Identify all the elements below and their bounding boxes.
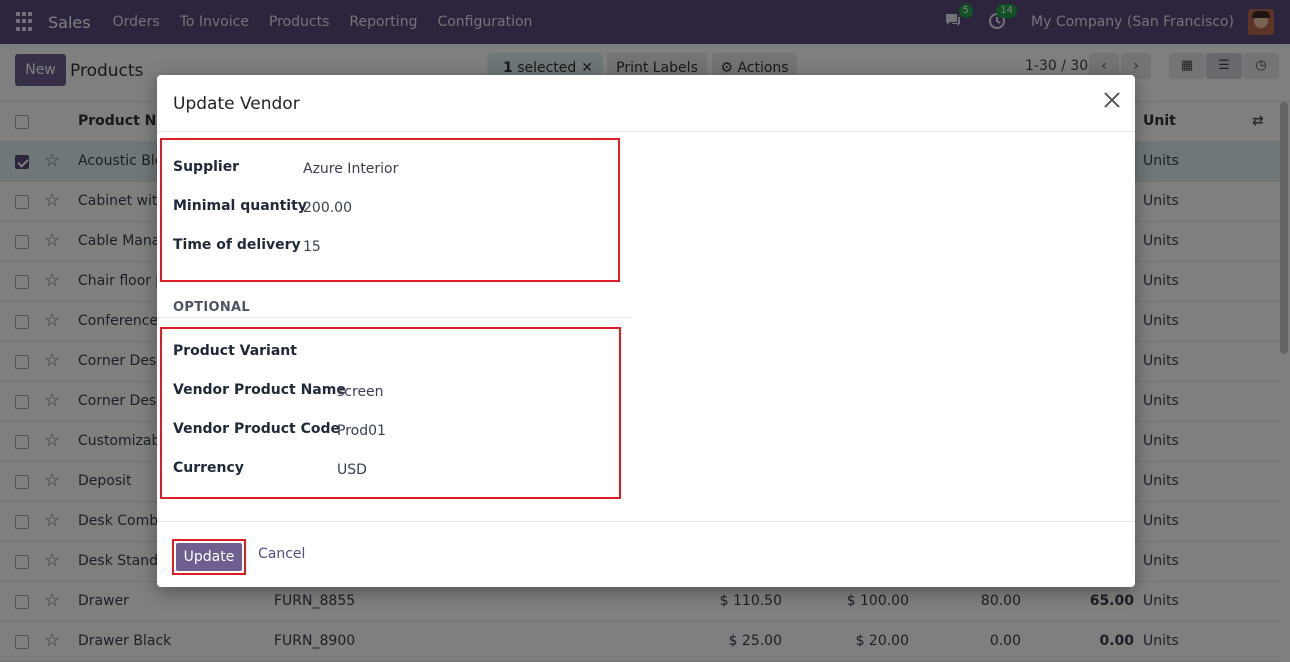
- close-icon[interactable]: [1103, 91, 1121, 109]
- update-button[interactable]: Update: [176, 543, 242, 571]
- cancel-button[interactable]: Cancel: [258, 546, 305, 562]
- product-variant-label: Product Variant: [173, 343, 297, 359]
- min-qty-label: Minimal quantity: [173, 198, 307, 214]
- delivery-field[interactable]: 15: [303, 239, 321, 255]
- update-highlight: Update: [172, 539, 246, 575]
- dialog-header: Update Vendor: [157, 75, 1135, 132]
- vendor-product-code-field[interactable]: Prod01: [337, 423, 386, 439]
- supplier-label: Supplier: [173, 159, 240, 175]
- optional-separator: OPTIONAL: [173, 300, 250, 315]
- currency-label: Currency: [173, 460, 244, 476]
- vendor-product-code-label: Vendor Product Code: [173, 421, 340, 437]
- delivery-label: Time of delivery: [173, 237, 301, 253]
- dialog-footer: Update Cancel: [157, 521, 1135, 587]
- update-vendor-dialog: Update Vendor Supplier Azure Interior Mi…: [157, 75, 1135, 587]
- vendor-product-name-label: Vendor Product Name: [173, 382, 346, 398]
- supplier-field[interactable]: Azure Interior: [303, 161, 398, 177]
- optional-divider: [157, 317, 629, 318]
- vendor-product-name-field[interactable]: screen: [337, 384, 384, 400]
- product-variant-field[interactable]: [337, 343, 597, 361]
- dialog-title: Update Vendor: [173, 94, 300, 114]
- currency-field[interactable]: USD: [337, 462, 367, 478]
- min-qty-field[interactable]: 200.00: [303, 200, 352, 216]
